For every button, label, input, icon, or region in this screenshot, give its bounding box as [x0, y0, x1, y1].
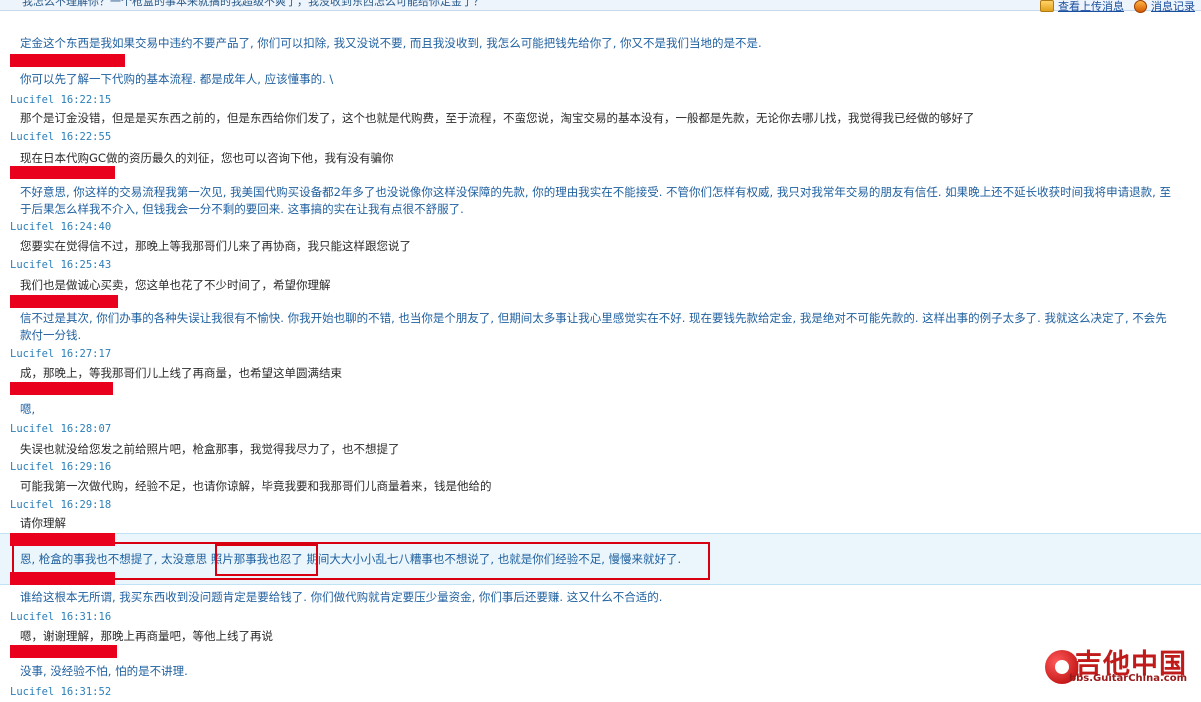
message-text: 定金这个东西是我如果交易中违约不要产品了, 你们可以扣除, 我又没说不要, 而且…	[20, 36, 762, 50]
message-text: 信不过是其次, 你们办事的各种失误让我很有不愉快. 你我开始也聊的不错, 也当你…	[20, 311, 1167, 342]
upload-icon	[1040, 0, 1054, 12]
message-header: Lucifel 16:31:16	[0, 608, 1181, 627]
message-header: Lucifel 16:29:16	[0, 458, 1181, 477]
view-upload-label: 查看上传消息	[1058, 0, 1124, 13]
history-label: 消息记录	[1151, 0, 1195, 13]
redaction-strip	[10, 533, 115, 546]
redaction-strip	[10, 295, 118, 308]
message-text: 没事, 没经验不怕, 怕的是不讲理.	[20, 664, 188, 678]
logo-url: bbs.GuitarChina.com	[1068, 673, 1187, 684]
message-text: 你可以先了解一下代购的基本流程. 都是成年人, 应该懂事的. \	[20, 72, 334, 86]
message-text: 嗯，谢谢理解，那晚上再商量吧，等他上线了再说	[20, 629, 273, 643]
message-header: Lucifel 16:22:15	[0, 91, 1181, 110]
message-text: 您要实在觉得信不过，那晚上等我那哥们儿来了再协商，我只能这样跟您说了	[20, 239, 411, 253]
redaction-strip	[10, 645, 117, 658]
message-text: 谁给这根本无所谓, 我买东西收到没问题肯定是要给钱了. 你们做代购就肯定要压少量…	[20, 590, 663, 604]
message-text: 不好意思, 你这样的交易流程我第一次见, 我美国代购买设备都2年多了也没说像你这…	[20, 185, 1171, 216]
toolbar-links: 查看上传消息 消息记录	[1040, 0, 1195, 13]
view-upload-link[interactable]: 查看上传消息	[1040, 0, 1124, 12]
message-text: 我们也是做诚心买卖，您这单也花了不少时间了，希望你理解	[20, 278, 331, 292]
message-header: Lucifel 16:24:40	[0, 218, 1181, 237]
message-text: 成，那晚上，等我那哥们儿上线了再商量，也希望这单圆满结束	[20, 366, 342, 380]
message-text: 可能我第一次做代购，经验不足，也请你谅解，毕竟我要和我那哥们儿商量着来，钱是他给…	[20, 479, 492, 493]
penguin-icon	[1134, 0, 1147, 13]
message-header: Lucifel 16:31:52	[0, 683, 1181, 702]
message-header: Lucifel 16:22:55	[0, 128, 1181, 147]
message-text: 请你理解	[20, 516, 66, 530]
redaction-strip	[10, 572, 115, 585]
redaction-strip	[10, 166, 115, 179]
redaction-strip	[10, 54, 125, 67]
redaction-strip	[10, 382, 113, 395]
message-header: Lucifel 16:27:17	[0, 345, 1181, 364]
message-text: 嗯,	[20, 402, 36, 416]
message-text: 现在日本代购GC做的资历最久的刘征，您也可以咨询下他，我有没有骗你	[20, 151, 394, 165]
message-header: Lucifel 16:25:43	[0, 256, 1181, 275]
message-header: Lucifel 16:29:18	[0, 496, 1181, 515]
clipped-message: 我怎么不理解你？一个枪盒的事本来就搞的我超级不爽了，我没收到东西怎么可能给你定金…	[22, 0, 484, 8]
annotation-box-outer	[12, 542, 710, 580]
message-text: 那个是订金没错，但是是买东西之前的，但是东西给你们发了，这个也就是代购费，至于流…	[20, 111, 975, 125]
window-title-bar: 我怎么不理解你？一个枪盒的事本来就搞的我超级不爽了，我没收到东西怎么可能给你定金…	[0, 0, 1201, 11]
annotation-box-inner	[215, 544, 318, 576]
guitarchina-logo: 吉他中国 bbs.GuitarChina.com	[1045, 644, 1195, 690]
message-text: 失误也就没给您发之前给照片吧，枪盒那事，我觉得我尽力了，也不想提了	[20, 442, 400, 456]
history-link[interactable]: 消息记录	[1134, 0, 1195, 13]
message-header: Lucifel 16:28:07	[0, 420, 1181, 439]
